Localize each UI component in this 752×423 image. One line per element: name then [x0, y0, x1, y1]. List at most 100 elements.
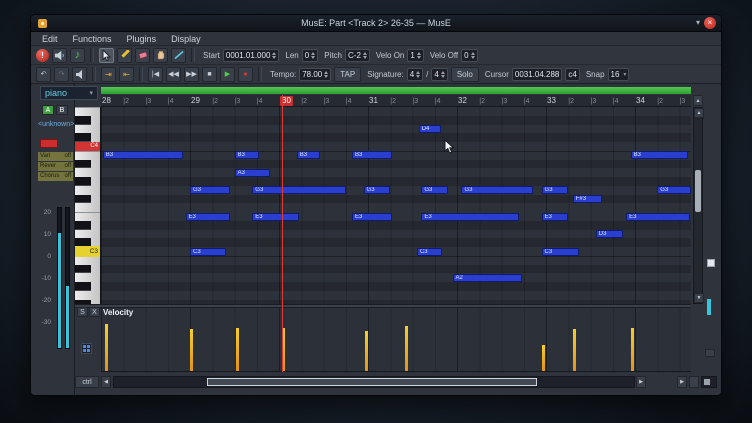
- midi-note-G3[interactable]: G3: [657, 186, 691, 194]
- menu-item-plugins[interactable]: Plugins: [127, 34, 157, 44]
- vertical-scrollbar[interactable]: ▲ ▼: [693, 107, 703, 304]
- speaker-button[interactable]: [52, 48, 67, 63]
- ctrl-chorus[interactable]: Chorus off: [38, 172, 73, 181]
- snap-select[interactable]: 16▾: [608, 68, 630, 81]
- velocity-lane[interactable]: [101, 308, 691, 372]
- midi-note-E3[interactable]: E3: [352, 213, 392, 221]
- panic-button[interactable]: !: [36, 49, 49, 62]
- piano-keyboard[interactable]: C4 C3: [75, 107, 101, 304]
- instrument-select[interactable]: piano ▾: [40, 86, 98, 100]
- midi-note-G3[interactable]: G3: [252, 186, 345, 194]
- velocity-bar[interactable]: [236, 328, 239, 371]
- piano-key-highlight-yellow[interactable]: C3: [75, 246, 100, 257]
- ruler-bar-33[interactable]: 33: [547, 96, 556, 106]
- app-pin-icon[interactable]: [38, 19, 47, 28]
- pitch-field[interactable]: C-2: [345, 49, 370, 62]
- ruler-bar-34[interactable]: 34: [636, 96, 645, 106]
- midi-note-G3[interactable]: G3: [542, 186, 569, 194]
- midi-note-button[interactable]: ♪: [70, 48, 85, 63]
- scroll-down-icon[interactable]: ▼: [694, 293, 704, 303]
- velocity-bar[interactable]: [631, 328, 634, 371]
- menu-item-display[interactable]: Display: [171, 34, 201, 44]
- piano-key-black[interactable]: [75, 177, 91, 186]
- scroll-left-icon[interactable]: ◀: [101, 376, 111, 388]
- ruler-bar-28[interactable]: 28: [102, 96, 111, 106]
- spinner-arrows[interactable]: [272, 50, 276, 61]
- shade-chevron-icon[interactable]: ▾: [696, 17, 700, 29]
- horizontal-scroll-thumb[interactable]: [207, 378, 537, 386]
- len-field[interactable]: 0: [302, 49, 318, 62]
- midi-note-E3[interactable]: E3: [626, 213, 690, 221]
- midi-note-A3[interactable]: A3: [235, 169, 271, 177]
- program-name[interactable]: <unknown>: [38, 121, 74, 128]
- rewind-button[interactable]: ◀◀: [166, 67, 181, 82]
- spinner-arrows[interactable]: [324, 69, 328, 80]
- solo-button[interactable]: Solo: [451, 67, 479, 82]
- ruler-bar-29[interactable]: 29: [191, 96, 200, 106]
- velocity-solo-button[interactable]: S: [77, 307, 88, 317]
- spinner-arrows[interactable]: [417, 50, 421, 61]
- punch-in-button[interactable]: ⇥: [101, 67, 116, 82]
- titlebar[interactable]: MusE: Part <Track 2> 26-35 — MusE ▾ ×: [31, 15, 721, 32]
- vertical-scroll-thumb[interactable]: [695, 170, 701, 212]
- velocity-scroll-thumb[interactable]: [707, 299, 711, 315]
- piano-key-black[interactable]: [75, 265, 91, 274]
- midi-note-F#3[interactable]: F#3: [573, 195, 602, 203]
- ruler-bar-31[interactable]: 31: [369, 96, 378, 106]
- play-button[interactable]: ▶: [220, 67, 235, 82]
- tool-line-button[interactable]: [171, 48, 186, 63]
- midi-note-G3[interactable]: G3: [364, 186, 391, 194]
- velocity-bar[interactable]: [405, 326, 408, 371]
- piano-key-black[interactable]: [75, 133, 91, 142]
- zoom-scroll-thumb[interactable]: [704, 379, 710, 385]
- ctrl-variation[interactable]: Vari off: [38, 152, 73, 161]
- pan-fader[interactable]: [65, 207, 70, 349]
- signature-numerator-field[interactable]: 4: [407, 68, 423, 81]
- spinner-arrows[interactable]: [471, 50, 475, 61]
- note-grid[interactable]: D4B3B3B3B3B3A3G3G3G3G3G3G3G3F#3E3E3E3E3E…: [101, 107, 691, 304]
- midi-note-E3[interactable]: E3: [542, 213, 569, 221]
- piano-key-black[interactable]: [75, 160, 91, 169]
- piano-key-highlight-red[interactable]: C4: [75, 142, 100, 151]
- goto-start-button[interactable]: |◀: [148, 67, 163, 82]
- velocity-bar[interactable]: [105, 324, 108, 371]
- redo-button[interactable]: ↷: [54, 67, 69, 82]
- midi-note-G3[interactable]: G3: [190, 186, 230, 194]
- record-button[interactable]: ●: [238, 67, 253, 82]
- velocity-bar[interactable]: [365, 331, 368, 371]
- zoom-scrollbar[interactable]: [701, 376, 717, 388]
- ctrl-lane-button[interactable]: ctrl: [75, 376, 99, 388]
- midi-note-B3[interactable]: B3: [103, 151, 183, 159]
- metronome-button[interactable]: [72, 67, 87, 82]
- grid-tool-icon[interactable]: [81, 343, 92, 354]
- tool-hand-button[interactable]: [153, 48, 168, 63]
- stop-button[interactable]: ■: [202, 67, 217, 82]
- scroll-right-icon[interactable]: ▶: [636, 376, 646, 388]
- midi-note-A2[interactable]: A2: [453, 274, 522, 282]
- part-a-button[interactable]: A: [42, 105, 54, 115]
- velocity-close-button[interactable]: X: [89, 307, 100, 317]
- spinner-arrows[interactable]: [311, 50, 315, 61]
- midi-note-G3[interactable]: G3: [421, 186, 448, 194]
- midi-note-B3[interactable]: B3: [297, 151, 320, 159]
- midi-note-G3[interactable]: G3: [461, 186, 532, 194]
- velocity-bar[interactable]: [573, 329, 576, 371]
- velocity-bar[interactable]: [542, 345, 545, 371]
- record-indicator[interactable]: [40, 139, 58, 148]
- piano-key-black[interactable]: [75, 282, 91, 291]
- corner-widget[interactable]: [705, 349, 715, 357]
- velo-on-field[interactable]: 1: [407, 49, 423, 62]
- signature-denominator-field[interactable]: 4: [431, 68, 447, 81]
- midi-note-D4[interactable]: D4: [419, 125, 441, 133]
- spinner-arrows[interactable]: [416, 69, 420, 80]
- midi-note-B3[interactable]: B3: [631, 151, 689, 159]
- ruler-bar-32[interactable]: 32: [458, 96, 467, 106]
- volume-fader[interactable]: [57, 207, 62, 349]
- ruler-corner-button[interactable]: ▴: [693, 95, 703, 106]
- menu-item-edit[interactable]: Edit: [42, 34, 58, 44]
- midi-note-E3[interactable]: E3: [252, 213, 298, 221]
- piano-key-black[interactable]: [75, 221, 91, 230]
- tap-button[interactable]: TAP: [334, 67, 361, 82]
- position-strip[interactable]: [101, 87, 691, 94]
- spinner-arrows[interactable]: [441, 69, 445, 80]
